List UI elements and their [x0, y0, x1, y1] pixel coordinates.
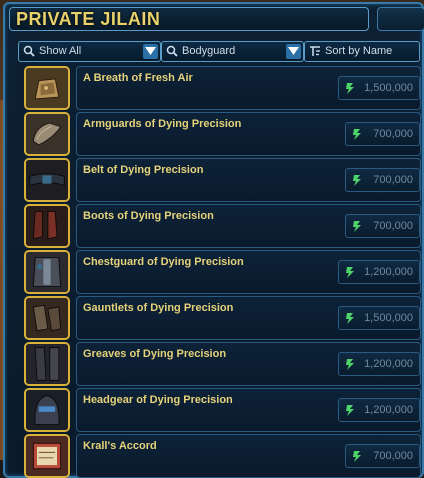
category-filter-dropdown[interactable]: Bodyguard: [161, 41, 304, 62]
list-item[interactable]: Boots of Dying Precision 700,000: [21, 204, 421, 249]
sort-dropdown[interactable]: Sort by Name: [304, 41, 420, 62]
credit-icon: [346, 83, 354, 94]
price-box: 1,200,000: [338, 398, 420, 422]
search-icon: [23, 45, 35, 57]
item-price: 700,000: [373, 450, 413, 462]
chestguard-icon[interactable]: [24, 250, 70, 294]
category-filter-label: Bodyguard: [182, 45, 236, 57]
item-price: 1,200,000: [364, 358, 413, 370]
search-icon: [166, 45, 178, 57]
item-row-body[interactable]: A Breath of Fresh Air 1,500,000: [76, 66, 421, 110]
sort-label: Sort by Name: [325, 45, 393, 57]
window-title: PRIVATE JILAIN: [16, 9, 161, 29]
list-item[interactable]: A Breath of Fresh Air 1,500,000: [21, 66, 421, 111]
chevron-down-icon[interactable]: [286, 44, 301, 59]
credit-icon: [346, 267, 354, 278]
gauntlets-icon[interactable]: [24, 296, 70, 340]
credit-icon: [346, 405, 354, 416]
list-item[interactable]: Armguards of Dying Precision 700,000: [21, 112, 421, 157]
credit-icon: [353, 129, 361, 140]
boots-icon[interactable]: [24, 204, 70, 248]
credit-icon: [353, 175, 361, 186]
item-name: Gauntlets of Dying Precision: [83, 302, 234, 314]
item-row-body[interactable]: Belt of Dying Precision 700,000: [76, 158, 421, 202]
item-price: 1,200,000: [364, 266, 413, 278]
armguard-icon[interactable]: [24, 112, 70, 156]
credit-icon: [346, 359, 354, 370]
greaves-icon[interactable]: [24, 342, 70, 386]
item-price: 700,000: [373, 128, 413, 140]
vendor-item-list: A Breath of Fresh Air 1,500,000 Armguard…: [21, 66, 421, 478]
show-filter-label: Show All: [39, 45, 82, 57]
list-item[interactable]: Greaves of Dying Precision 1,200,000: [21, 342, 421, 387]
item-row-body[interactable]: Armguards of Dying Precision 700,000: [76, 112, 421, 156]
item-row-body[interactable]: Krall's Accord 700,000: [76, 434, 421, 478]
title-bar[interactable]: PRIVATE JILAIN: [9, 7, 369, 31]
window-control-button[interactable]: [377, 7, 424, 31]
item-price: 1,200,000: [364, 404, 413, 416]
item-price: 700,000: [373, 220, 413, 232]
item-price: 1,500,000: [364, 312, 413, 324]
item-price: 1,500,000: [364, 82, 413, 94]
item-row-body[interactable]: Boots of Dying Precision 700,000: [76, 204, 421, 248]
item-name: Boots of Dying Precision: [83, 210, 214, 222]
item-name: A Breath of Fresh Air: [83, 72, 193, 84]
list-item[interactable]: Belt of Dying Precision 700,000: [21, 158, 421, 203]
credit-icon: [346, 313, 354, 324]
price-box: 700,000: [345, 214, 420, 238]
item-name: Chestguard of Dying Precision: [83, 256, 244, 268]
vendor-window: PRIVATE JILAIN Show All Bodyguard Sort b…: [3, 2, 424, 478]
price-box: 700,000: [345, 122, 420, 146]
price-box: 700,000: [345, 444, 420, 468]
item-name: Belt of Dying Precision: [83, 164, 204, 176]
scroll-icon[interactable]: [24, 434, 70, 478]
price-box: 700,000: [345, 168, 420, 192]
price-box: 1,500,000: [338, 76, 420, 100]
item-row-body[interactable]: Headgear of Dying Precision 1,200,000: [76, 388, 421, 432]
item-row-body[interactable]: Chestguard of Dying Precision 1,200,000: [76, 250, 421, 294]
sack-icon[interactable]: [24, 66, 70, 110]
item-row-body[interactable]: Gauntlets of Dying Precision 1,500,000: [76, 296, 421, 340]
credit-icon: [353, 451, 361, 462]
chevron-down-icon[interactable]: [143, 44, 158, 59]
headgear-icon[interactable]: [24, 388, 70, 432]
list-item[interactable]: Krall's Accord 700,000: [21, 434, 421, 478]
item-row-body[interactable]: Greaves of Dying Precision 1,200,000: [76, 342, 421, 386]
show-filter-dropdown[interactable]: Show All: [18, 41, 161, 62]
price-box: 1,200,000: [338, 260, 420, 284]
list-item[interactable]: Chestguard of Dying Precision 1,200,000: [21, 250, 421, 295]
item-name: Greaves of Dying Precision: [83, 348, 227, 360]
price-box: 1,500,000: [338, 306, 420, 330]
sort-icon: [310, 46, 320, 56]
item-name: Armguards of Dying Precision: [83, 118, 242, 130]
price-box: 1,200,000: [338, 352, 420, 376]
list-item[interactable]: Headgear of Dying Precision 1,200,000: [21, 388, 421, 433]
item-price: 700,000: [373, 174, 413, 186]
list-item[interactable]: Gauntlets of Dying Precision 1,500,000: [21, 296, 421, 341]
belt-icon[interactable]: [24, 158, 70, 202]
item-name: Krall's Accord: [83, 440, 157, 452]
credit-icon: [353, 221, 361, 232]
item-name: Headgear of Dying Precision: [83, 394, 233, 406]
